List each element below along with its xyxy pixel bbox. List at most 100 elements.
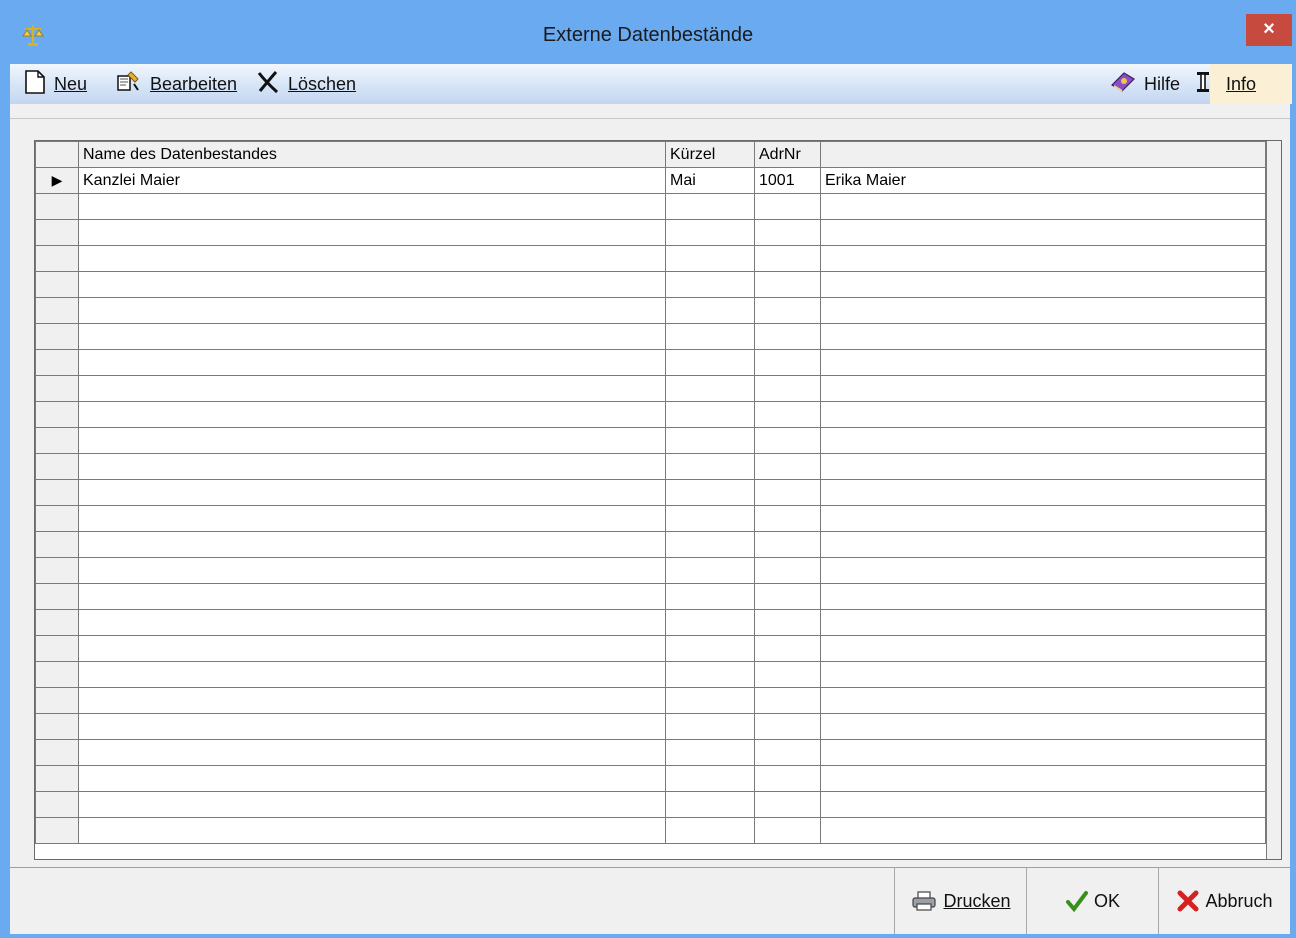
cell-person[interactable] [820, 687, 1266, 714]
empty-row[interactable] [35, 375, 1266, 402]
cell-adrnr[interactable] [754, 817, 821, 844]
cell-kuerzel[interactable] [665, 427, 755, 454]
cell-kuerzel[interactable] [665, 531, 755, 558]
cell-name[interactable] [78, 713, 666, 740]
row-indicator[interactable] [35, 349, 79, 376]
cell-kuerzel[interactable] [665, 817, 755, 844]
cell-name[interactable] [78, 765, 666, 792]
cell-kuerzel[interactable] [665, 739, 755, 766]
cell-adrnr[interactable] [754, 635, 821, 662]
cell-name[interactable]: Kanzlei Maier [78, 167, 666, 194]
cell-kuerzel[interactable] [665, 271, 755, 298]
empty-row[interactable] [35, 557, 1266, 584]
loeschen-button[interactable]: Löschen [256, 64, 356, 104]
cell-kuerzel[interactable] [665, 791, 755, 818]
row-indicator[interactable] [35, 323, 79, 350]
row-indicator[interactable] [35, 557, 79, 584]
hilfe-button[interactable]: Hilfe [1110, 64, 1180, 104]
row-indicator[interactable] [35, 453, 79, 480]
cell-adrnr[interactable] [754, 609, 821, 636]
column-header-person[interactable] [820, 141, 1266, 168]
cell-kuerzel[interactable] [665, 323, 755, 350]
column-header-kuerzel[interactable]: Kürzel [665, 141, 755, 168]
cell-person[interactable] [820, 375, 1266, 402]
cell-adrnr[interactable] [754, 245, 821, 272]
cell-name[interactable] [78, 245, 666, 272]
cell-kuerzel[interactable] [665, 193, 755, 220]
title-bar[interactable]: Externe Datenbestände × [0, 0, 1296, 60]
cell-adrnr[interactable] [754, 349, 821, 376]
row-indicator[interactable] [35, 427, 79, 454]
cell-kuerzel[interactable] [665, 245, 755, 272]
cell-name[interactable] [78, 193, 666, 220]
cell-kuerzel[interactable] [665, 635, 755, 662]
row-indicator[interactable] [35, 271, 79, 298]
empty-row[interactable] [35, 531, 1266, 558]
cell-person[interactable] [820, 661, 1266, 688]
row-indicator[interactable] [35, 661, 79, 688]
cell-name[interactable] [78, 531, 666, 558]
row-indicator[interactable] [35, 635, 79, 662]
cell-name[interactable] [78, 427, 666, 454]
cell-person[interactable] [820, 583, 1266, 610]
cell-person[interactable] [820, 713, 1266, 740]
cell-kuerzel[interactable] [665, 453, 755, 480]
cell-name[interactable] [78, 687, 666, 714]
cell-kuerzel[interactable] [665, 687, 755, 714]
cell-adrnr[interactable] [754, 297, 821, 324]
cell-adrnr[interactable] [754, 453, 821, 480]
empty-row[interactable] [35, 583, 1266, 610]
empty-row[interactable] [35, 401, 1266, 428]
empty-row[interactable] [35, 453, 1266, 480]
cell-name[interactable] [78, 297, 666, 324]
cell-person[interactable] [820, 817, 1266, 844]
info-button[interactable]: Info [1196, 64, 1256, 104]
cell-person[interactable] [820, 557, 1266, 584]
cell-kuerzel[interactable] [665, 557, 755, 584]
column-header-name[interactable]: Name des Datenbestandes [78, 141, 666, 168]
cell-name[interactable] [78, 479, 666, 506]
row-indicator[interactable] [35, 245, 79, 272]
cell-name[interactable] [78, 349, 666, 376]
cell-name[interactable] [78, 661, 666, 688]
empty-row[interactable] [35, 713, 1266, 740]
row-indicator[interactable] [35, 739, 79, 766]
cell-person[interactable] [820, 219, 1266, 246]
cell-person[interactable] [820, 739, 1266, 766]
row-indicator[interactable] [35, 791, 79, 818]
cell-kuerzel[interactable] [665, 349, 755, 376]
abbruch-button[interactable]: Abbruch [1158, 868, 1291, 934]
row-indicator[interactable] [35, 713, 79, 740]
empty-row[interactable] [35, 323, 1266, 350]
cell-adrnr[interactable] [754, 479, 821, 506]
row-indicator[interactable] [35, 219, 79, 246]
cell-adrnr[interactable]: 1001 [754, 167, 821, 194]
cell-kuerzel[interactable] [665, 401, 755, 428]
cell-adrnr[interactable] [754, 687, 821, 714]
empty-row[interactable] [35, 427, 1266, 454]
cell-name[interactable] [78, 323, 666, 350]
empty-row[interactable] [35, 219, 1266, 246]
cell-name[interactable] [78, 817, 666, 844]
cell-name[interactable] [78, 219, 666, 246]
cell-kuerzel[interactable]: Mai [665, 167, 755, 194]
grid-scroll-column[interactable] [1266, 141, 1281, 859]
cell-adrnr[interactable] [754, 557, 821, 584]
empty-row[interactable] [35, 271, 1266, 298]
cell-adrnr[interactable] [754, 661, 821, 688]
cell-name[interactable] [78, 635, 666, 662]
cell-adrnr[interactable] [754, 739, 821, 766]
row-indicator[interactable] [35, 193, 79, 220]
empty-row[interactable] [35, 661, 1266, 688]
row-indicator[interactable] [35, 375, 79, 402]
cell-name[interactable] [78, 271, 666, 298]
cell-adrnr[interactable] [754, 791, 821, 818]
cell-kuerzel[interactable] [665, 479, 755, 506]
row-indicator[interactable]: ▶ [35, 167, 79, 194]
cell-adrnr[interactable] [754, 765, 821, 792]
empty-row[interactable] [35, 739, 1266, 766]
row-indicator[interactable] [35, 765, 79, 792]
cell-person[interactable] [820, 765, 1266, 792]
cell-kuerzel[interactable] [665, 609, 755, 636]
row-indicator[interactable] [35, 531, 79, 558]
